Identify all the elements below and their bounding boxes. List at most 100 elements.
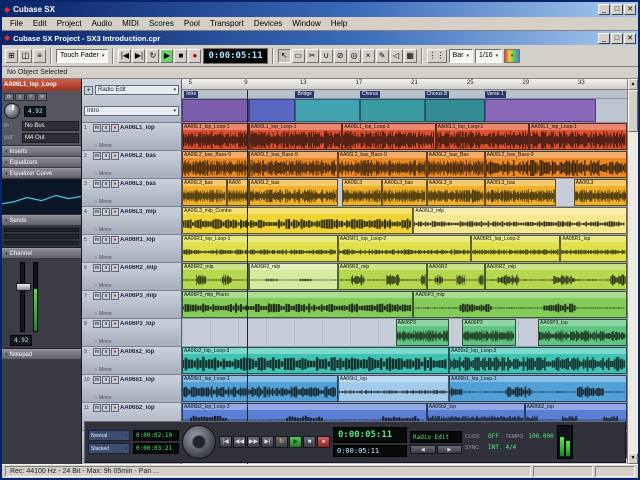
split-tool[interactable]: ✂ (306, 49, 319, 63)
next-marker-button[interactable]: ▶ (437, 445, 463, 454)
arrangement-part[interactable] (485, 99, 596, 122)
track-mute-button[interactable]: m (93, 236, 101, 244)
add-marker-button[interactable]: + (84, 86, 93, 95)
scroll-up-button[interactable]: ▲ (628, 79, 638, 90)
send-slot[interactable] (4, 228, 79, 232)
grid-type-select[interactable]: 1/16 ▾ (475, 49, 502, 63)
vertical-scrollbar-track[interactable] (628, 90, 638, 453)
audio-event[interactable]: AA06P3_mlp (413, 291, 627, 318)
audio-event[interactable]: AA06 (227, 179, 249, 206)
notepad-area[interactable] (2, 360, 81, 464)
track-mute-button[interactable]: m (93, 348, 101, 356)
menu-midi[interactable]: MIDI (117, 19, 144, 28)
menu-project[interactable]: Project (52, 19, 87, 28)
show-inspector-button[interactable]: ◫ (19, 49, 32, 63)
track-list-item[interactable]: 10ms●AA06b1_lop○Mono (82, 375, 181, 403)
primary-time-display[interactable]: 0:00:05:11 (333, 427, 407, 443)
marker-lane-select[interactable]: Intro ▾ (84, 106, 179, 116)
arrangement-part[interactable] (249, 99, 296, 122)
menu-devices[interactable]: Devices (249, 19, 287, 28)
sync-value[interactable]: INT. (488, 444, 502, 451)
track-list-item[interactable]: 3ms●AA06L3_bas○Mono (82, 179, 181, 207)
audio-event[interactable]: AA06R2_mlp (182, 263, 249, 290)
click-value[interactable]: OFF (488, 433, 499, 440)
track-list-item[interactable]: 4ms●AA06L3_mlp○Mono (82, 207, 181, 235)
track-mute-button[interactable]: m (93, 124, 101, 132)
track-list-item[interactable]: 6ms●AA06R2_mlp○Mono (82, 263, 181, 291)
menu-transport[interactable]: Transport (205, 19, 249, 28)
audio-event[interactable]: AA06b1_lop_Loop-1 (182, 375, 338, 402)
audio-event[interactable]: AA06L2_bas_Bass-9 (485, 151, 627, 178)
fader-cap[interactable] (16, 283, 31, 291)
audio-event[interactable]: AA06L3_mlp (413, 207, 627, 234)
inspector-section-inserts[interactable]: ▾ Inserts (2, 146, 81, 157)
track-record-button[interactable]: ● (111, 348, 119, 356)
audio-event[interactable]: AA06L1_lop_Loop-1 (529, 123, 627, 150)
cycle-mode-select[interactable]: Stacked ▾ (88, 443, 130, 454)
output-routing-select[interactable]: M4 Out (22, 133, 79, 143)
range-selection-tool[interactable]: ▭ (292, 49, 305, 63)
audio-event[interactable]: AA06R1_lop (560, 235, 627, 262)
secondary-time-display[interactable]: 0:00:05:11 (333, 445, 407, 457)
track-record-button[interactable]: ● (111, 292, 119, 300)
audio-event[interactable]: AA06L3_bas (249, 179, 338, 206)
menu-pool[interactable]: Pool (179, 19, 205, 28)
inspector-section-notepad[interactable]: ▾ Notepad (2, 349, 81, 360)
audio-event[interactable]: AA06R2_mlp (485, 263, 627, 290)
inspector-track-title[interactable]: AA06L1_lop_Loop (2, 79, 81, 91)
zoom-tool[interactable]: ◎ (348, 49, 361, 63)
scroll-down-button[interactable]: ▼ (628, 453, 638, 464)
track-mute-button[interactable]: m (93, 208, 101, 216)
project-close-button[interactable]: ✕ (624, 33, 636, 44)
menu-audio[interactable]: Audio (87, 19, 117, 28)
audio-event[interactable]: AA06R1_lop_Loop-1 (182, 235, 338, 262)
audio-event[interactable]: AA06R1_lop_Loop-2 (338, 235, 472, 262)
previous-marker-button[interactable]: ◀ (410, 445, 436, 454)
stop-button[interactable]: ■ (174, 49, 187, 63)
jog-shuttle-wheel[interactable] (182, 425, 216, 459)
audio-event[interactable]: AA06L3_mlp_Combo (182, 207, 413, 234)
menu-edit[interactable]: Edit (28, 19, 52, 28)
track-s-button[interactable]: s (15, 93, 25, 101)
forward-button[interactable]: ▶▶ (247, 436, 260, 448)
track-mute-button[interactable]: m (93, 320, 101, 328)
audio-event[interactable]: AA06L3 (342, 179, 382, 206)
preroll-display[interactable]: 0:00:02:10 (133, 430, 179, 441)
marker-tag[interactable]: Intro (184, 91, 198, 98)
glue-tool[interactable]: ∪ (320, 49, 333, 63)
play-button[interactable]: ▶ (289, 436, 302, 448)
play-button[interactable]: ▶ (160, 49, 173, 63)
track-mute-button[interactable]: m (93, 404, 101, 412)
audio-event[interactable]: AA06P3_mlp_Piano (182, 291, 413, 318)
color-select[interactable]: ▾ (504, 49, 520, 63)
inspector-section-equalizers[interactable]: ▾ Equalizers (2, 157, 81, 168)
input-routing-select[interactable]: No Bus (22, 121, 79, 131)
audio-event[interactable]: AA06x2_lop_Loop-3 (182, 347, 449, 374)
transport-panel[interactable]: Normal ▾ Stacked ▾ 0:00:02:10 0:00:03:21… (84, 421, 626, 463)
project-minimize-button[interactable]: _ (598, 33, 610, 44)
send-slot[interactable] (4, 241, 79, 245)
stop-button[interactable]: ■ (303, 436, 316, 448)
track-solo-button[interactable]: s (102, 320, 110, 328)
track-record-button[interactable]: ● (111, 264, 119, 272)
tempo-value[interactable]: 100.000 (528, 433, 553, 440)
audio-event[interactable]: AA06L2_bas_Bas (427, 151, 485, 178)
timeline-ruler[interactable]: 59131721252933 (182, 79, 627, 90)
track-mute-button[interactable]: m (93, 180, 101, 188)
track-solo-button[interactable]: s (102, 152, 110, 160)
track-solo-button[interactable]: s (102, 264, 110, 272)
time-signature-value[interactable]: 4/4 (505, 444, 516, 451)
track-list-item[interactable]: 1ms●AA06L1_lop○Mono (82, 123, 181, 151)
project-maximize-button[interactable]: □ (611, 33, 623, 44)
audio-event[interactable]: AA06L3_bas (182, 179, 227, 206)
arrangement-part[interactable] (360, 99, 425, 122)
draw-tool[interactable]: ✎ (376, 49, 389, 63)
track-solo-button[interactable]: s (102, 208, 110, 216)
minimize-button[interactable]: _ (598, 4, 610, 15)
track-mute-button[interactable]: m (93, 264, 101, 272)
marker-tag[interactable]: Bridge (295, 91, 313, 98)
audio-event[interactable]: AA06R2_mlp (249, 263, 338, 290)
menu-file[interactable]: File (5, 19, 28, 28)
app-titlebar[interactable]: ◆ Cubase SX _ □ ✕ (2, 2, 638, 17)
audio-event[interactable]: AA06b1_lop (338, 375, 449, 402)
